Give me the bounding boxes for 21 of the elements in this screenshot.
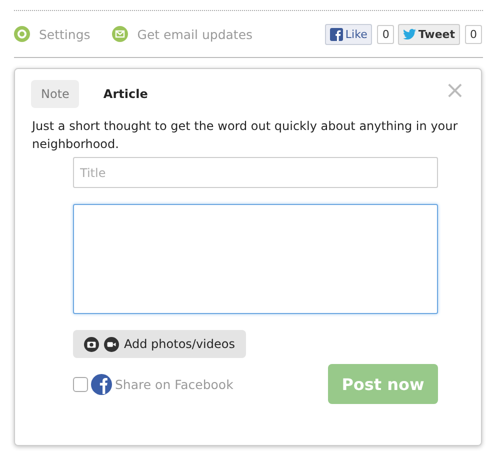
share-count: 0 <box>377 24 394 44</box>
tab[interactable]: Article <box>103 80 148 108</box>
toolbar-link[interactable]: Settings <box>14 26 90 42</box>
share-checkbox[interactable] <box>73 377 88 392</box>
bird-icon <box>403 28 416 40</box>
envelope-icon <box>112 26 128 42</box>
camera-icon <box>84 336 99 352</box>
share-label: Share on Facebook <box>115 377 234 392</box>
tab[interactable]: Note <box>31 80 80 108</box>
share-count: 0 <box>465 24 482 44</box>
facebook-icon <box>330 28 344 40</box>
like-button[interactable]: Like <box>325 24 372 44</box>
video-camera-icon <box>104 336 119 352</box>
gear-icon <box>14 26 30 42</box>
title-field[interactable]: Title <box>73 157 438 188</box>
body-field[interactable] <box>73 204 438 314</box>
toolbar-link[interactable]: Get email updates <box>112 26 253 42</box>
add-media-button[interactable]: Add photos/videos <box>73 330 246 358</box>
tweet-button[interactable]: Tweet <box>398 24 460 44</box>
description-text: Just a short thought to get the word out quickly about anything in your neighborhood. <box>32 118 459 153</box>
facebook-icon <box>91 374 112 395</box>
